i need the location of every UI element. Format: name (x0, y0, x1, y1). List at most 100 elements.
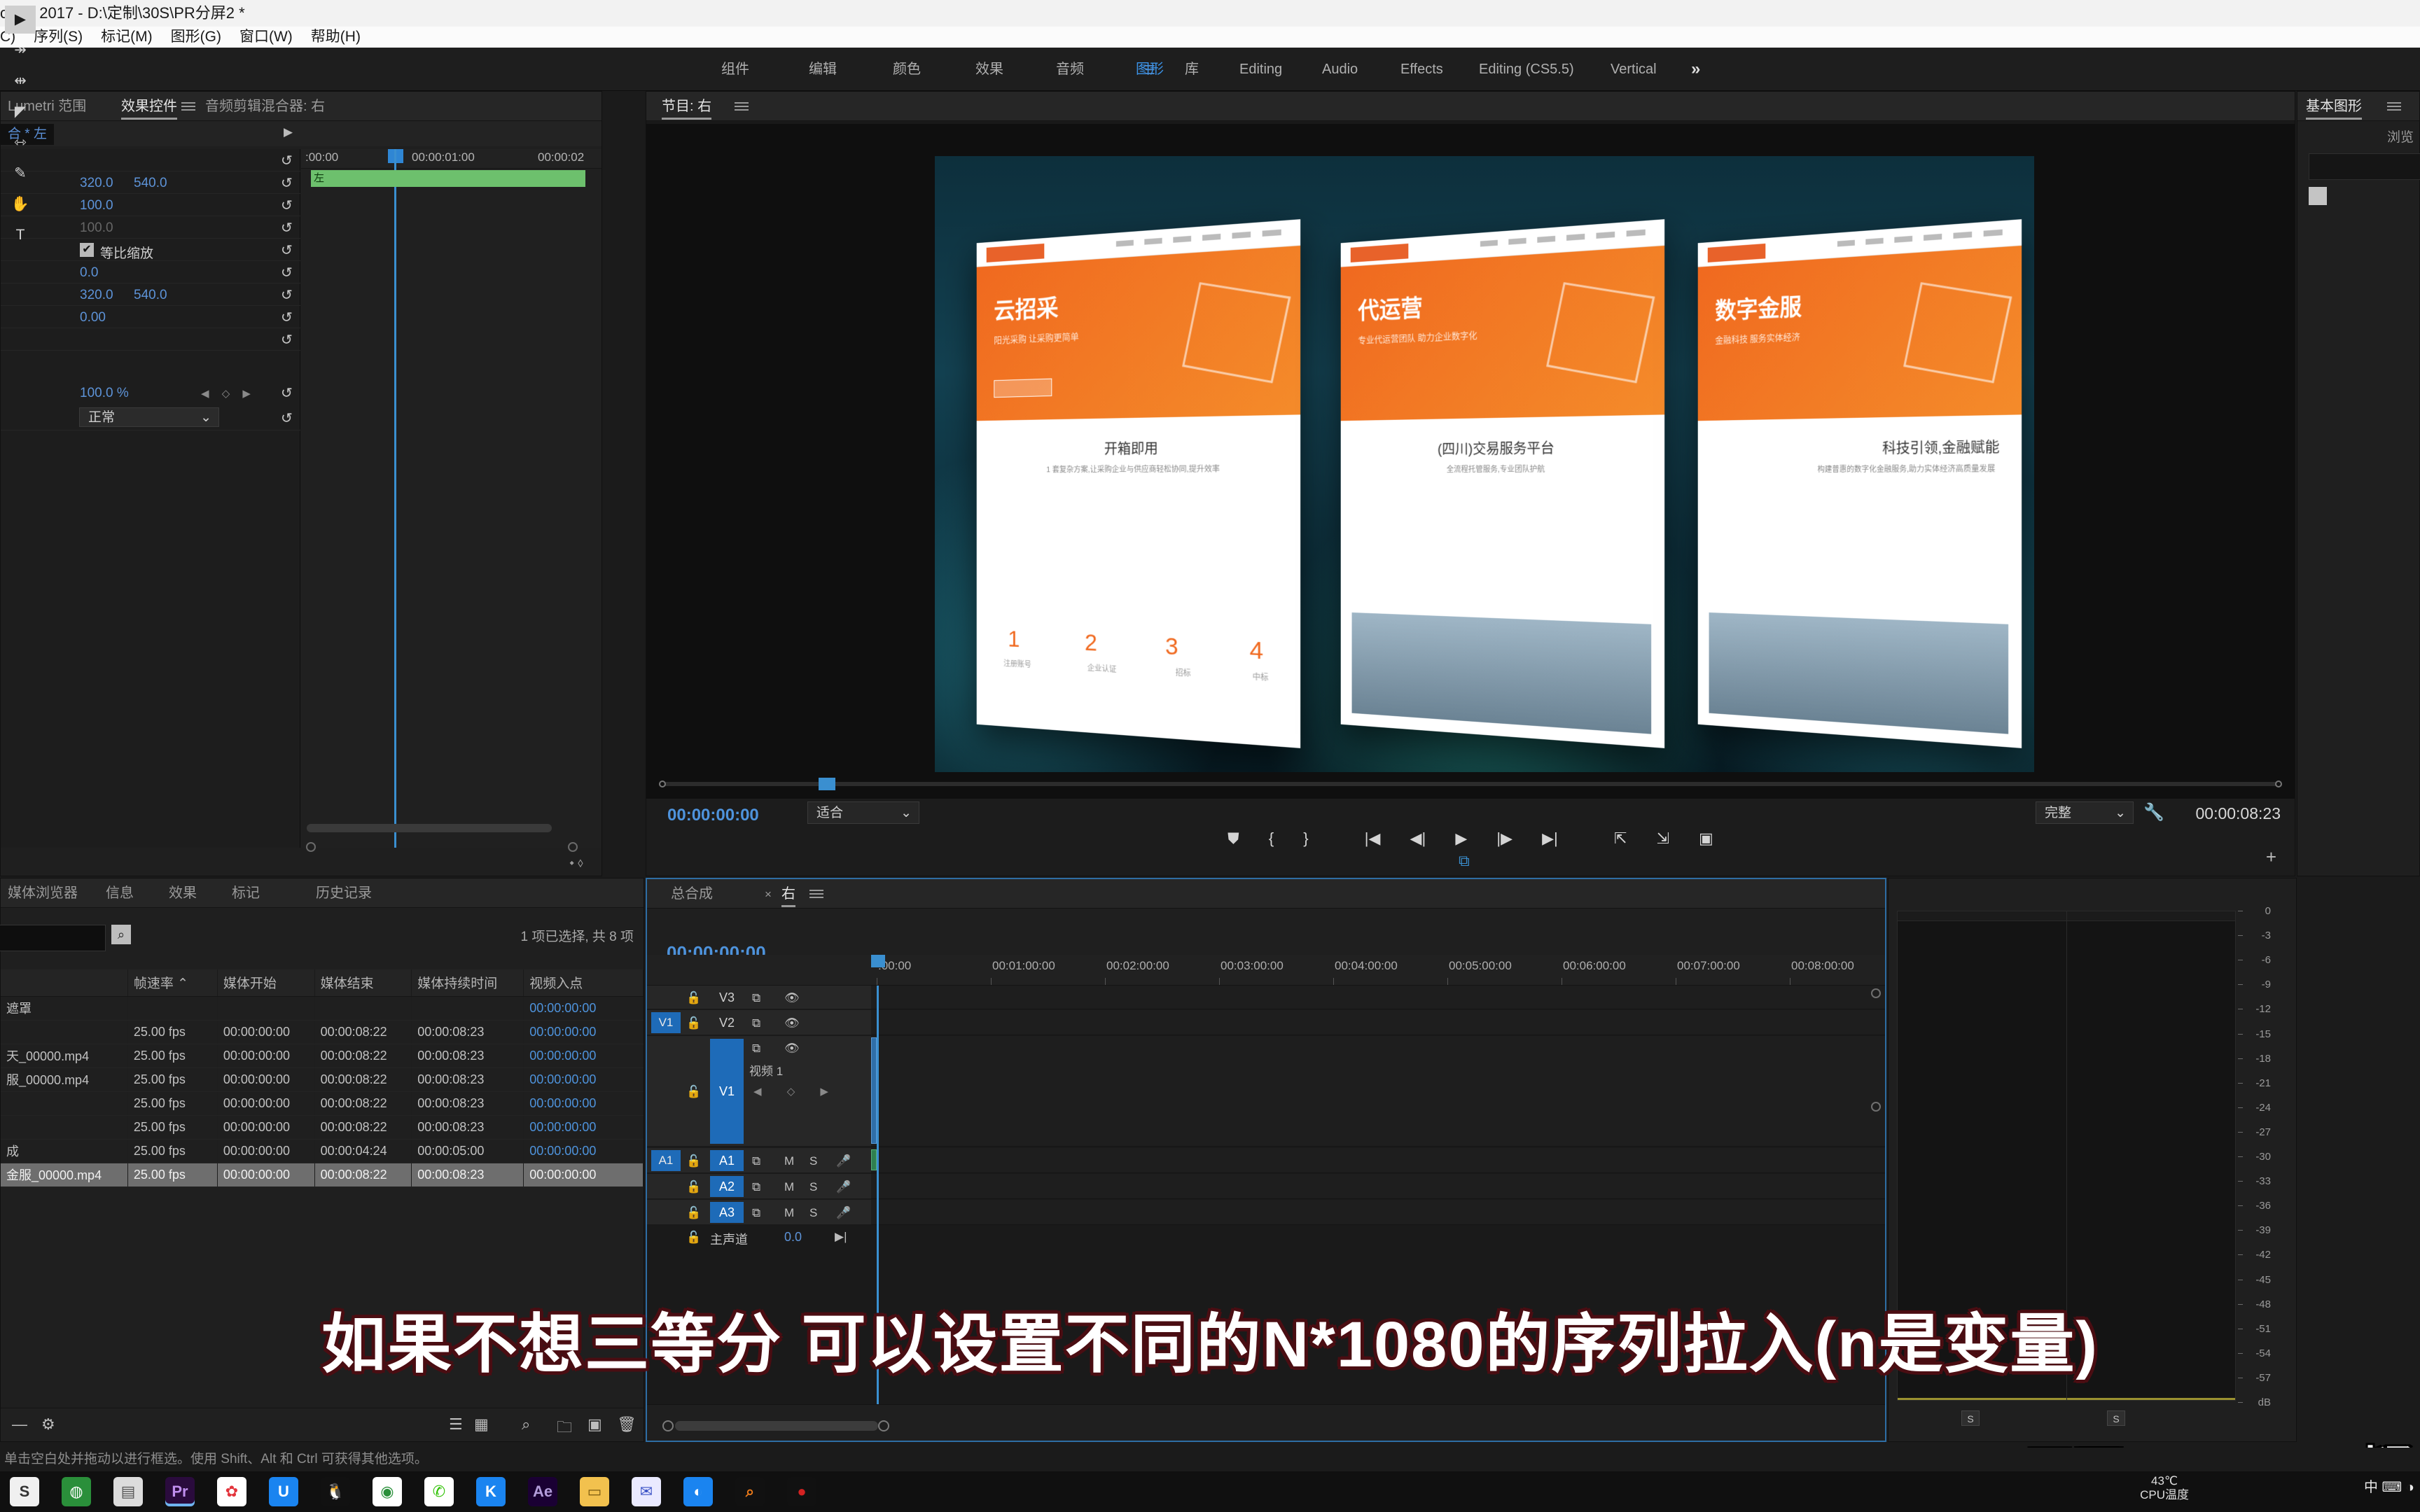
taskbar-search-icon[interactable]: ⌕ (735, 1477, 765, 1506)
track-lane-a2[interactable] (871, 1174, 1885, 1199)
menu-item-3[interactable]: 图形(G) (171, 29, 221, 45)
project-column-0[interactable] (1, 969, 128, 997)
taskbar-premiere-icon[interactable]: Pr (165, 1477, 195, 1506)
reset-parameter-icon[interactable]: ↺ (281, 241, 293, 259)
timeline-vertical-scroll-top[interactable] (1871, 988, 1881, 998)
track-lane-v1[interactable] (871, 1036, 1885, 1147)
eg-search-input[interactable] (2309, 153, 2420, 180)
step-forward-icon[interactable]: |▶ (1496, 830, 1512, 847)
project-column-4[interactable]: 媒体持续时间 (411, 969, 524, 997)
workspace-tab-9[interactable]: Effects (1400, 48, 1443, 91)
timeline-tabs[interactable]: 总合成 × 右 (647, 879, 1885, 909)
track-name-a3[interactable]: A3 (710, 1202, 744, 1223)
project-column-2[interactable]: 媒体开始 (217, 969, 315, 997)
effect-value-1-y[interactable]: 540.0 (134, 176, 167, 191)
windows-taskbar[interactable]: 43℃ CPU温度 中 ⌨ ◑ S ◍ ▤ Pr ✿ U 🐧 ◉ ✆ K Ae ▭ ✉ ◐ ⌕ ● (0, 1471, 2420, 1512)
eg-panel-menu-icon[interactable] (2387, 102, 2401, 111)
workspace-tab-0[interactable]: 组件 (721, 48, 749, 91)
workspace-tab-8[interactable]: Audio (1322, 48, 1358, 91)
type-tool-icon[interactable]: T (5, 221, 36, 249)
solo-button-right[interactable]: S (2107, 1410, 2125, 1426)
eye-icon[interactable]: 👁 (784, 1042, 800, 1056)
project-column-3[interactable]: 媒体结束 (314, 969, 412, 997)
lock-icon[interactable]: 🔓 (686, 1016, 701, 1030)
slip-tool-icon[interactable]: ⇿ (5, 129, 36, 157)
close-tab-icon[interactable]: × (765, 888, 772, 902)
go-to-in-icon[interactable]: |◀ (1365, 830, 1381, 847)
mute-icon[interactable]: M (784, 1154, 794, 1168)
effect-value-1-x[interactable]: 320.0 (80, 176, 113, 191)
zoom-left-knob[interactable] (662, 1420, 674, 1432)
source-patch-v1[interactable]: V1 (651, 1012, 681, 1033)
settings-wrench-icon[interactable]: 🔧 (2143, 802, 2164, 822)
workspace-graphics-menu-icon[interactable]: ☰ (1144, 63, 1155, 78)
effect-value-3-x[interactable]: 100.0 (80, 220, 113, 236)
effect-controls-ruler[interactable]: :00:00 00:00:01:00 00:00:02 (301, 149, 601, 169)
workspace-tab-3[interactable]: 效果 (975, 48, 1003, 91)
effect-property-row-6[interactable]: 320.0 540.0 ↺ (1, 284, 300, 306)
effect-controls-tabs[interactable]: Lumetri 范围 效果控件 音频剪辑混合器: 右 (1, 92, 601, 121)
project-tab-1[interactable]: 信息 (106, 878, 134, 908)
solo-icon[interactable]: S (809, 1180, 817, 1194)
workspace-tab-7[interactable]: Editing (1239, 48, 1282, 91)
effect-property-row-0[interactable]: ↺ (1, 149, 300, 172)
solo-icon[interactable]: S (809, 1154, 817, 1168)
project-tab-3[interactable]: 标记 (232, 878, 260, 908)
keyframe-nav-icons[interactable]: ◀ ◇ ▶ (753, 1085, 840, 1098)
workspace-overflow-icon[interactable]: » (1691, 48, 1700, 91)
lift-icon[interactable]: ⇱ (1614, 830, 1627, 847)
mute-icon[interactable]: M (784, 1180, 794, 1194)
sync-lock-icon[interactable]: ⧉ (752, 1042, 760, 1056)
tab-sequence-zonghecheng[interactable]: 总合成 (671, 879, 713, 909)
program-panel-menu-icon[interactable] (735, 102, 749, 111)
sync-lock-icon[interactable]: ⧉ (752, 991, 760, 1005)
resolution-dropdown[interactable]: 完整 ⌄ (2036, 802, 2134, 824)
button-editor-plus-icon[interactable]: + (2266, 846, 2276, 868)
track-lane-v3[interactable] (871, 986, 1885, 1009)
play-icon[interactable]: ▶ (1455, 830, 1467, 847)
sync-lock-icon[interactable]: ⧉ (752, 1180, 760, 1194)
program-monitor-tabs[interactable]: 节目: 右 (646, 92, 2295, 121)
master-track-value[interactable]: 0.0 (784, 1230, 802, 1245)
fx-playhead[interactable] (394, 149, 396, 848)
project-row-5[interactable]: 25.00 fps 00:00:00:00 00:00:08:22 00:00:08:… (1, 1115, 644, 1140)
taskbar-wechat-icon[interactable]: ✆ (424, 1477, 454, 1506)
new-item-icon[interactable]: ▣ (587, 1415, 602, 1434)
sync-lock-icon[interactable]: ⧉ (752, 1016, 760, 1030)
fx-horizontal-scrollbar[interactable] (307, 824, 552, 832)
mute-icon[interactable]: M (784, 1206, 794, 1220)
reset-parameter-icon[interactable]: ↺ (281, 331, 293, 349)
icon-view-icon[interactable]: ▦ (474, 1415, 489, 1434)
transport-buttons[interactable]: ⛊ { } |◀ ◀| ▶ |▶ ▶| ⇱ ⇲ ▣ (646, 830, 2295, 848)
project-column-1[interactable]: 帧速率 ⌃ (127, 969, 218, 997)
track-name-a1[interactable]: A1 (710, 1150, 744, 1171)
extract-icon[interactable]: ⇲ (1656, 830, 1669, 847)
lock-icon[interactable]: 🔓 (686, 1206, 701, 1220)
selection-tool-icon[interactable]: ▶ (5, 6, 36, 34)
track-lane-a1[interactable] (871, 1148, 1885, 1173)
effect-value-6-y[interactable]: 540.0 (134, 288, 167, 303)
delete-icon[interactable]: 🗑 (617, 1415, 637, 1434)
workspace-tab-11[interactable]: Vertical (1611, 48, 1657, 91)
scrubber-left-knob[interactable] (659, 780, 666, 788)
taskbar-record-icon[interactable]: ● (787, 1477, 816, 1506)
taskbar-folder-icon[interactable]: ▭ (580, 1477, 609, 1506)
effect-property-row-8[interactable]: ↺ (1, 328, 300, 351)
reset-parameter-icon[interactable]: ↺ (281, 174, 293, 192)
program-timecode[interactable]: 00:00:00:00 (667, 806, 759, 825)
program-scrubber-track[interactable] (665, 782, 2276, 786)
source-patch-a1[interactable]: A1 (651, 1150, 681, 1171)
timeline-panel-menu-icon[interactable] (809, 889, 823, 899)
zoom-level-dropdown[interactable]: 适合 ⌄ (807, 802, 919, 824)
tab-audio-clip-mixer[interactable]: 音频剪辑混合器: 右 (205, 92, 325, 121)
hand-tool-icon[interactable]: ✋ (5, 190, 36, 218)
project-row-2[interactable]: 天_00000.mp4 25.00 fps 00:00:00:00 00:00:08:… (1, 1044, 644, 1068)
taskbar-aftereffects-icon[interactable]: Ae (528, 1477, 557, 1506)
taskbar-uc-icon[interactable]: U (269, 1477, 298, 1506)
timeline-zoom-scrollbar[interactable] (675, 1421, 878, 1431)
microphone-icon[interactable]: 🎤 (836, 1180, 851, 1194)
microphone-icon[interactable]: 🎤 (836, 1206, 851, 1220)
razor-tool-icon[interactable]: ◤ (5, 98, 36, 126)
find-bottom-icon[interactable]: ⌕ (522, 1415, 530, 1434)
fx-scroll-left-knob[interactable] (306, 842, 316, 852)
